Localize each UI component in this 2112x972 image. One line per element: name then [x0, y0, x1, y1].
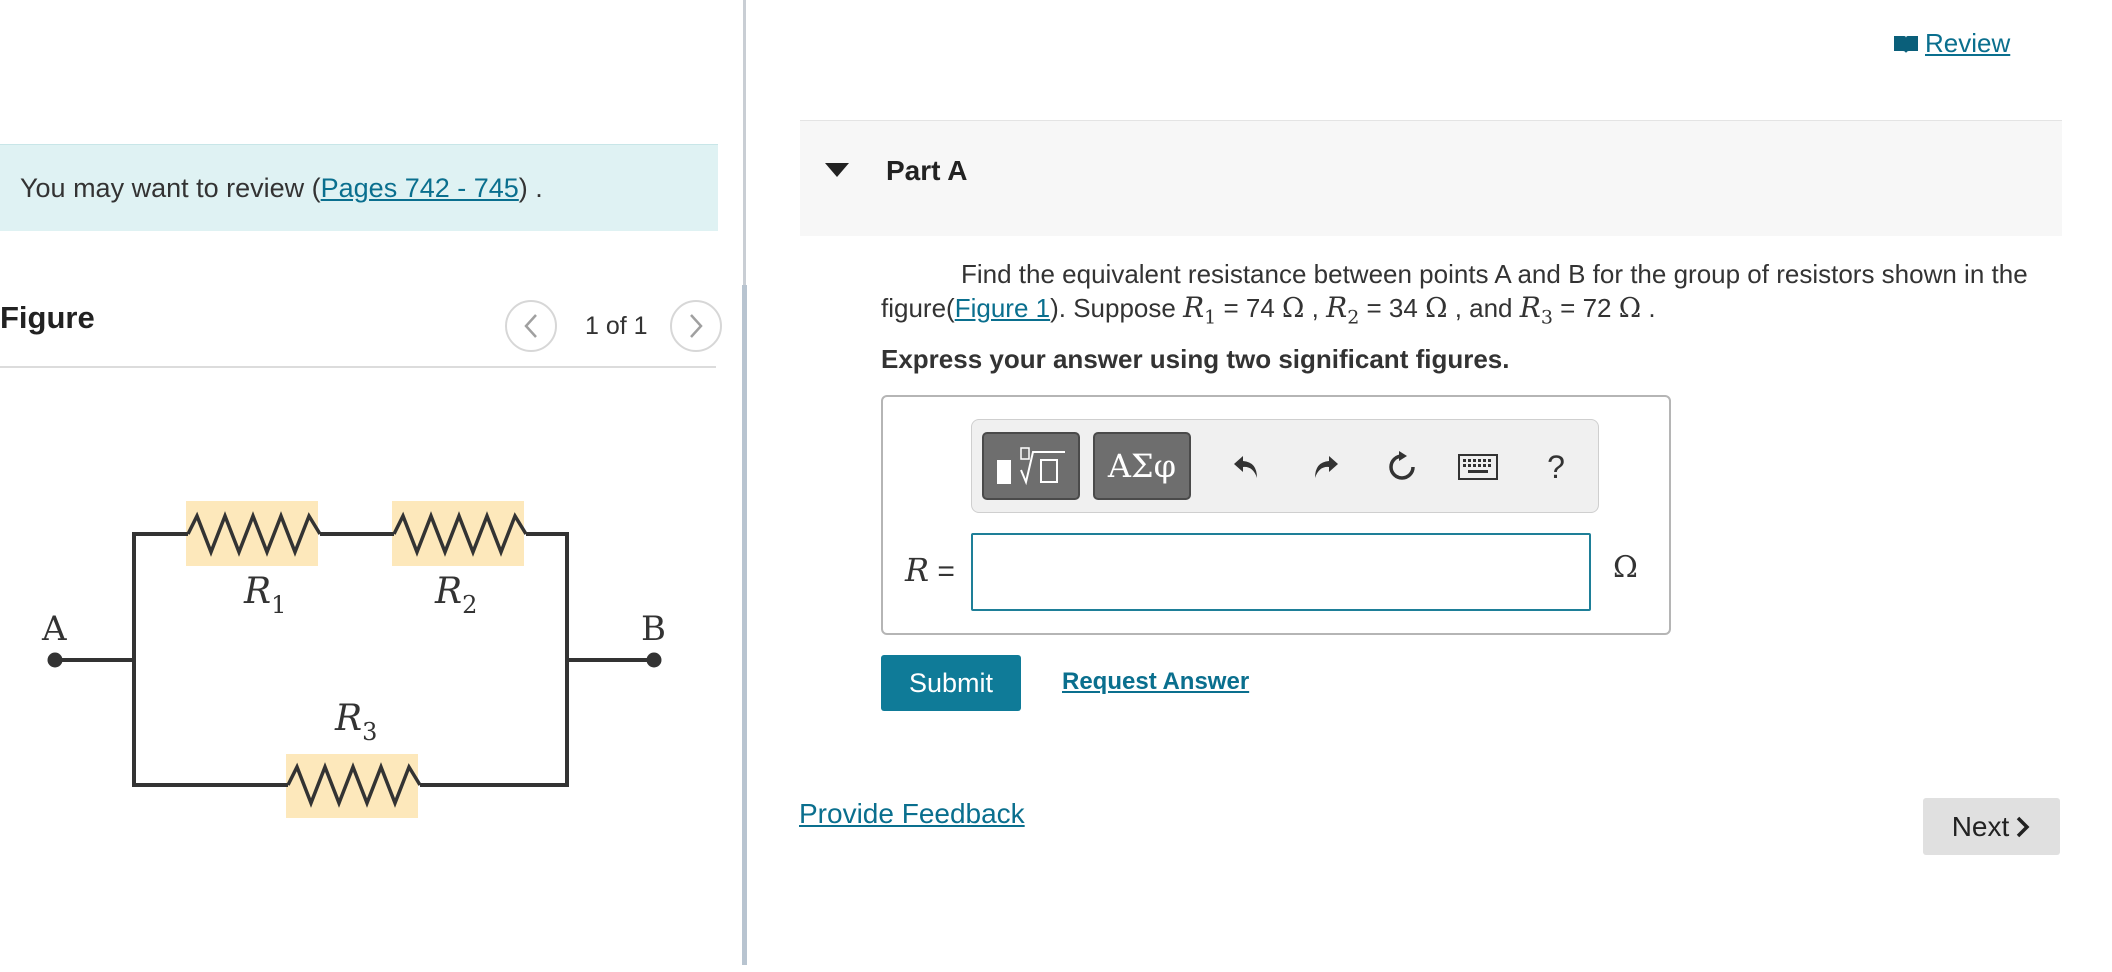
r2-value: = 34	[1359, 293, 1426, 323]
answer-variable-label: R =	[905, 551, 955, 589]
request-answer-link[interactable]: Request Answer	[1062, 668, 1249, 696]
node-a-label: A	[41, 609, 67, 649]
figure-prev-button[interactable]	[505, 300, 557, 352]
greek-symbols-icon: ΑΣφ	[1107, 447, 1177, 485]
redo-icon	[1315, 456, 1338, 478]
separator: ,	[1304, 293, 1327, 323]
chevron-left-icon	[524, 314, 537, 338]
sentence-end: .	[1641, 293, 1656, 323]
review-link[interactable]: Review	[1893, 28, 2010, 59]
panel-scrollbar[interactable]	[742, 285, 747, 965]
figure-heading: Figure	[0, 300, 95, 335]
ohm-unit: Ω	[1282, 293, 1305, 324]
answer-instruction: Express your answer using two significan…	[881, 344, 1510, 374]
reset-button[interactable]	[1381, 446, 1423, 488]
keyboard-icon	[1458, 454, 1498, 480]
r2-highlight	[392, 501, 524, 566]
r2-label: R2	[434, 571, 477, 619]
circuit-diagram: A B R1 R2 R3	[41, 501, 666, 818]
book-icon	[1894, 35, 1918, 53]
problem-statement: Find the equivalent resistance between p…	[881, 258, 2051, 335]
r3-symbol: R3	[1519, 291, 1553, 329]
problem-text-2: ). Suppose	[1050, 293, 1184, 323]
circuit-wires	[55, 532, 654, 787]
chevron-right-icon	[2017, 816, 2030, 837]
undo-button[interactable]	[1226, 446, 1268, 488]
templates-icon	[997, 447, 1065, 486]
answer-input[interactable]	[971, 533, 1591, 611]
r3-value: = 72	[1552, 293, 1619, 323]
greek-symbols-button[interactable]: ΑΣφ	[1093, 432, 1191, 500]
review-pages-link[interactable]: Pages 742 - 745	[321, 173, 519, 203]
part-title: Part A	[886, 155, 968, 186]
keyboard-button[interactable]	[1457, 446, 1499, 488]
review-link-label: Review	[1925, 28, 2011, 58]
reset-icon	[1389, 451, 1415, 480]
undo-icon	[1234, 456, 1257, 478]
answer-box: ΑΣφ ? R = Ω	[881, 395, 1671, 635]
math-toolbar: ΑΣφ ?	[971, 419, 1599, 513]
help-button[interactable]: ?	[1535, 446, 1577, 488]
redo-button[interactable]	[1304, 446, 1346, 488]
figure-1-link[interactable]: Figure 1	[955, 293, 1050, 323]
figure-pager: 1 of 1	[505, 300, 722, 352]
terminal-a	[47, 652, 63, 668]
terminal-b	[646, 652, 662, 668]
part-a-header[interactable]: Part A	[800, 120, 2062, 236]
review-note-suffix: ) .	[518, 173, 543, 203]
answer-unit-label: Ω	[1613, 550, 1638, 585]
figure-divider	[0, 366, 716, 368]
left-panel: You may want to review (Pages 742 - 745)…	[0, 0, 745, 972]
separator: , and	[1447, 293, 1520, 323]
r1-highlight	[186, 501, 318, 566]
r3-label: R3	[334, 698, 377, 746]
chevron-right-icon	[689, 314, 703, 338]
ohm-unit: Ω	[1425, 293, 1448, 324]
node-b-label: B	[641, 609, 666, 649]
figure-next-button[interactable]	[669, 300, 722, 352]
r1-label: R1	[243, 571, 286, 619]
next-button-label: Next	[1951, 810, 2010, 842]
figure-count: 1 of 1	[585, 311, 648, 340]
r2-symbol: R2	[1326, 291, 1360, 329]
ohm-unit: Ω	[1618, 293, 1642, 324]
provide-feedback-link[interactable]: Provide Feedback	[799, 798, 1025, 830]
next-button[interactable]: Next	[1923, 798, 2060, 855]
review-note: You may want to review (Pages 742 - 745)…	[0, 144, 718, 231]
templates-button[interactable]	[982, 432, 1080, 500]
r1-value: = 74	[1216, 293, 1283, 323]
submit-button[interactable]: Submit	[881, 655, 1021, 711]
caret-down-icon[interactable]	[825, 163, 849, 177]
help-icon: ?	[1547, 448, 1565, 485]
r1-symbol: R1	[1183, 291, 1217, 329]
review-note-prefix: You may want to review (	[20, 173, 321, 203]
